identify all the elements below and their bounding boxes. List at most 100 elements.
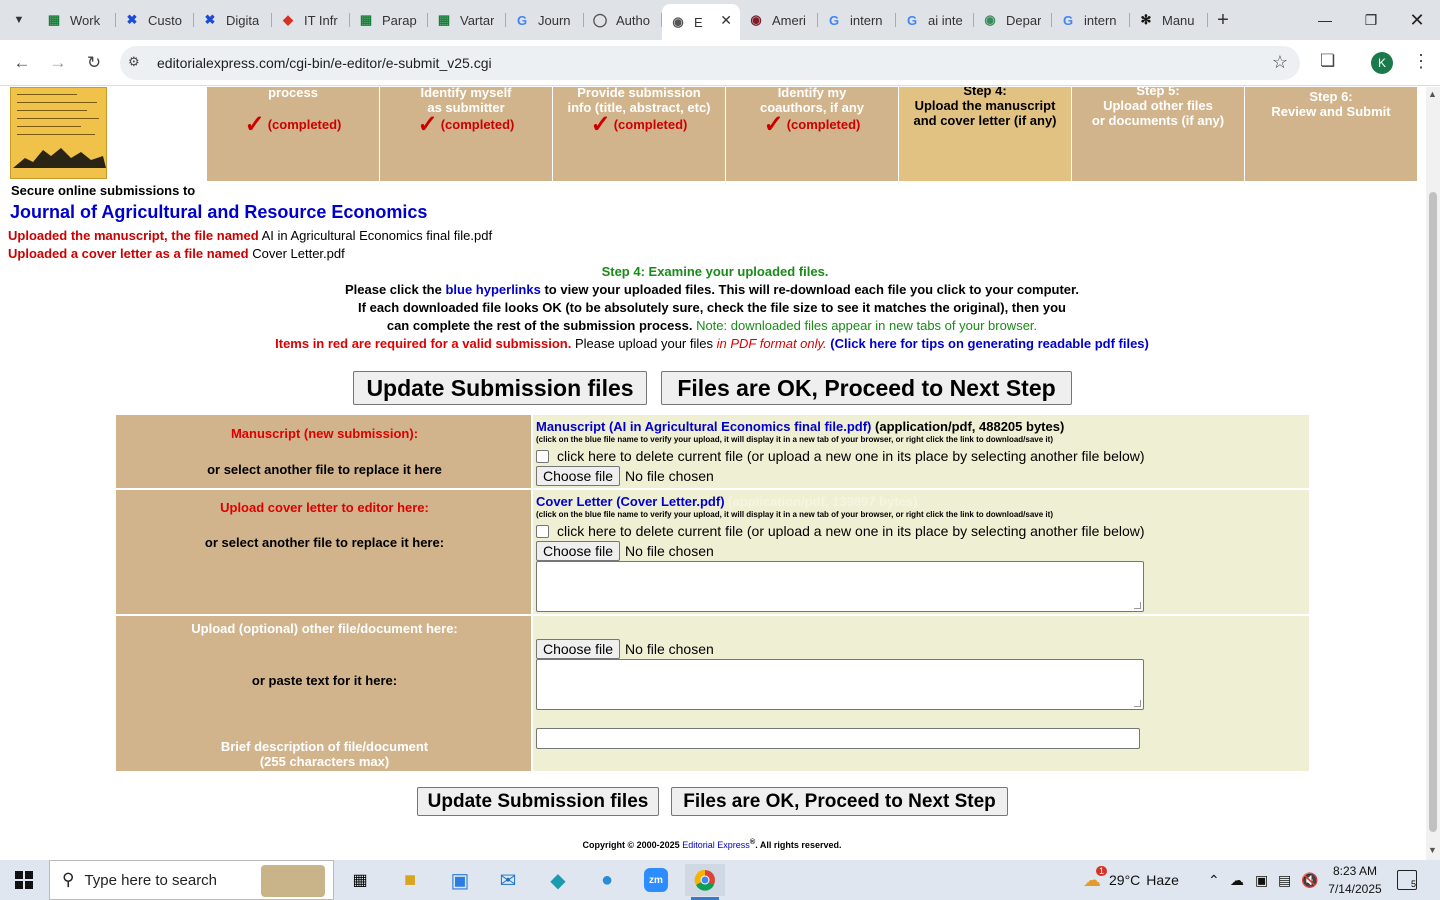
mail-icon[interactable]: ✉	[488, 864, 528, 896]
tab-list: ▦ Work ✖ Custo ✖ Digita ◆ IT Infr ▦ Parap ▦ Vartar G…	[38, 4, 1238, 40]
task-view-icon[interactable]: ▦	[340, 864, 380, 896]
minimize-icon[interactable]: —	[1302, 0, 1348, 40]
browser-tab[interactable]: Gintern	[818, 4, 896, 36]
cover-delete-checkbox[interactable]	[536, 524, 549, 538]
app-diamond-icon[interactable]: ◆	[538, 864, 578, 896]
store-icon[interactable]: ▣	[440, 864, 480, 896]
google-icon: G	[516, 12, 528, 28]
restore-icon[interactable]: ❐	[1348, 0, 1394, 40]
browser-tab[interactable]: ▦ Work	[38, 4, 116, 36]
proceed-next-step-button-top[interactable]: Files are OK, Proceed to Next Step	[661, 371, 1072, 405]
cover-file-name[interactable]: Cover Letter (Cover Letter.pdf)	[536, 494, 725, 509]
search-highlight-image	[261, 865, 325, 897]
google-icon: G	[1062, 12, 1074, 28]
scroll-down-arrow-icon[interactable]: ▼	[1428, 845, 1437, 855]
browser-tab[interactable]: ◉ Ameri	[740, 4, 818, 36]
tab-search-chevron-icon[interactable]: ▼	[6, 7, 32, 33]
browser-tab[interactable]: ◉ Depar	[974, 4, 1052, 36]
notification-center-icon[interactable]: 5	[1397, 870, 1417, 890]
manuscript-file-input: Choose file No file chosen	[536, 466, 714, 486]
step-item: Step 6: Review and Submit	[1244, 87, 1417, 181]
cover-field-cell: Cover Letter (Cover Letter.pdf) (applica…	[533, 490, 1309, 614]
url-text[interactable]: editorialexpress.com/cgi-bin/e-editor/e-…	[157, 55, 492, 71]
x-icon: ✖	[126, 12, 138, 27]
proceed-next-step-button-bottom[interactable]: Files are OK, Proceed to Next Step	[671, 787, 1008, 816]
manuscript-delete-checkbox[interactable]	[536, 449, 549, 463]
taskbar-search-box[interactable]: ⚲ Type here to search	[49, 860, 334, 900]
taskbar-clock[interactable]: 8:23 AM 7/14/2025	[1322, 862, 1388, 898]
profile-avatar[interactable]: K	[1371, 52, 1393, 74]
zoom-icon[interactable]: zm	[636, 864, 676, 896]
bookmark-star-icon[interactable]: ☆	[1272, 52, 1288, 73]
step-completed-status: ✓ (completed)	[726, 113, 898, 137]
browser-tab[interactable]: ◯ Autho	[584, 4, 662, 36]
close-window-icon[interactable]: ✕	[1394, 0, 1440, 40]
tray-chevron-icon[interactable]: ⌃	[1208, 860, 1220, 900]
extensions-puzzle-icon[interactable]: ❏	[1320, 51, 1335, 71]
diamond-icon: ◆	[283, 12, 293, 27]
manuscript-field-cell: Manuscript (AI in Agricultural Economics…	[533, 415, 1309, 488]
cover-letter-textarea[interactable]	[536, 561, 1144, 612]
security-icon[interactable]: ▣	[1255, 860, 1268, 900]
cover-choose-file-button[interactable]: Choose file	[536, 541, 621, 561]
back-arrow-icon[interactable]: ←	[8, 49, 36, 77]
update-submission-button-top[interactable]: Update Submission files	[353, 371, 647, 405]
address-bar[interactable]: ⚙ editorialexpress.com/cgi-bin/e-editor/…	[120, 46, 1300, 80]
onedrive-icon[interactable]: ☁	[1230, 860, 1244, 900]
tab-title: intern	[1084, 12, 1117, 28]
step-title: Step 5: Upload other files or documents …	[1091, 87, 1225, 128]
cover-delete-label: click here to delete current file (or up…	[557, 523, 1145, 539]
close-tab-icon[interactable]: ✕	[720, 12, 732, 29]
other-file-input: Choose file No file chosen	[536, 639, 714, 659]
update-submission-button-bottom[interactable]: Update Submission files	[417, 787, 659, 816]
browser-tab[interactable]: Gintern	[1052, 4, 1130, 36]
scrollbar-thumb[interactable]	[1429, 192, 1437, 832]
browser-tab[interactable]: ◉ E ✕	[662, 4, 740, 40]
scroll-up-arrow-icon[interactable]: ▲	[1428, 89, 1437, 99]
manuscript-choose-file-button[interactable]: Choose file	[536, 466, 621, 486]
step-item: Identify myself as submitter ✓ (completed)	[379, 87, 552, 181]
menu-kebab-icon[interactable]: ⋮	[1412, 51, 1430, 72]
description-input[interactable]	[536, 728, 1140, 749]
weather-haze-icon: ☁ 1	[1083, 865, 1107, 891]
edge-icon[interactable]: ●	[587, 864, 627, 896]
windows-start-icon[interactable]	[0, 860, 48, 900]
manuscript-file-name[interactable]: Manuscript (AI in Agricultural Economics…	[536, 419, 871, 434]
globe-icon: ◉	[750, 12, 762, 27]
browser-tab-strip: ▼ ▦ Work ✖ Custo ✖ Digita ◆ IT Infr ▦ Parap ▦ Varta…	[0, 0, 1440, 40]
file-explorer-icon[interactable]: ■	[390, 864, 430, 896]
chrome-icon[interactable]	[685, 864, 725, 900]
site-settings-icon[interactable]: ⚙	[128, 54, 140, 70]
browser-tab[interactable]: ▦ Parap	[350, 4, 428, 36]
volume-muted-icon[interactable]: 🔇	[1301, 860, 1318, 900]
cover-letter-label: Upload cover letter to editor here:	[220, 500, 429, 515]
browser-tab[interactable]: ✖ Custo	[116, 4, 194, 36]
manuscript-label-cell: Manuscript (new submission): or select a…	[116, 415, 533, 488]
other-paste-textarea[interactable]	[536, 659, 1144, 710]
browser-tab[interactable]: ▦ Vartar	[428, 4, 506, 36]
step-completed-status: ✓ (completed)	[553, 113, 725, 137]
other-choose-file-button[interactable]: Choose file	[536, 639, 621, 659]
uploaded-manuscript-label: Uploaded the manuscript, the file named	[8, 228, 259, 243]
globe-icon: ◉	[984, 12, 996, 27]
new-tab-plus-icon[interactable]: +	[1208, 4, 1238, 36]
browser-toolbar: ← → ↻ ⚙ editorialexpress.com/cgi-bin/e-e…	[0, 40, 1440, 86]
manuscript-replace-label: or select another file to replace it her…	[207, 462, 442, 477]
sheets-icon: ▦	[359, 12, 373, 27]
copyright-text: Copyright © 2000-2025	[582, 840, 680, 850]
manuscript-file-link[interactable]: Manuscript (AI in Agricultural Economics…	[536, 419, 1064, 434]
browser-tab[interactable]: ✻ Manu	[1130, 4, 1208, 36]
browser-tab[interactable]: ◆ IT Infr	[272, 4, 350, 36]
weather-widget[interactable]: ☁ 1 29°C Haze	[1083, 860, 1179, 900]
browser-tab[interactable]: G Journ	[506, 4, 584, 36]
pdf-tips-link[interactable]: (Click here for tips on generating reada…	[830, 336, 1149, 351]
cover-replace-label: or select another file to replace it her…	[204, 535, 445, 550]
page-scrollbar[interactable]: ▲ ▼	[1426, 87, 1440, 860]
browser-tab[interactable]: ✖ Digita	[194, 4, 272, 36]
browser-tab[interactable]: Gai inte	[896, 4, 974, 36]
cover-file-link[interactable]: Cover Letter (Cover Letter.pdf) (applica…	[536, 494, 917, 509]
reload-icon[interactable]: ↻	[80, 49, 108, 77]
editorial-express-link[interactable]: Editorial Express	[682, 840, 750, 850]
network-icon[interactable]: ▤	[1278, 860, 1291, 900]
forward-arrow-icon[interactable]: →	[44, 49, 72, 77]
